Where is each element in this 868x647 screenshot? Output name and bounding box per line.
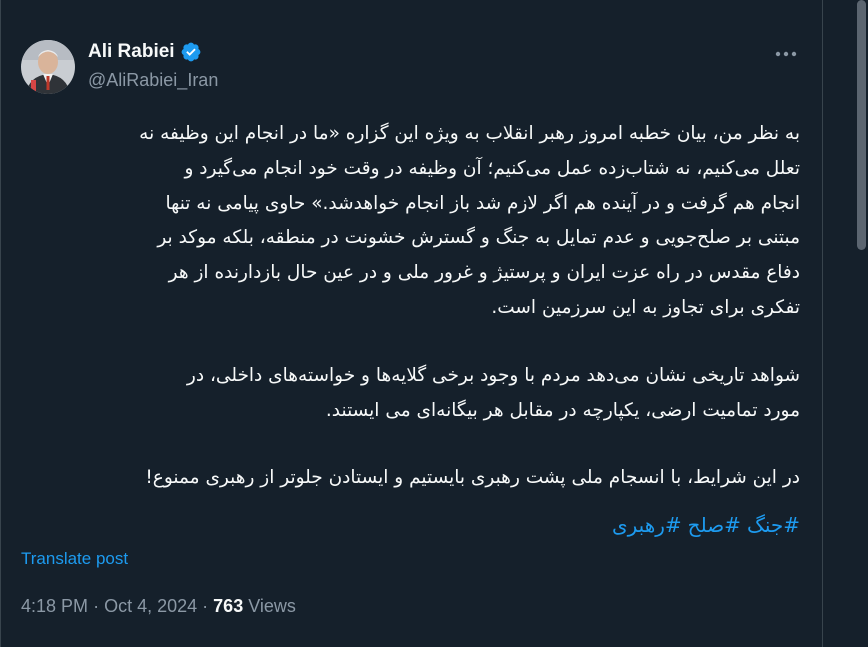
post-line: در این شرایط، با انسجام ملی پشت رهبری با…	[145, 467, 800, 489]
more-horizontal-icon	[775, 51, 797, 57]
post-line: تعلل می‌کنیم، نه شتاب‌زده عمل می‌کنیم؛ آ…	[184, 157, 800, 179]
meta-separator: ·	[202, 596, 209, 616]
scrollbar-thumb[interactable]	[857, 0, 866, 250]
hashtag-link[interactable]: #صلح	[688, 513, 741, 537]
post-paragraph: شواهد تاریخی نشان می‌دهد مردم با وجود بر…	[10, 359, 800, 429]
post-line: مبتنی بر صلح‌جویی و عدم تمایل به جنگ و گ…	[157, 227, 800, 249]
post-line: شواهد تاریخی نشان می‌دهد مردم با وجود بر…	[186, 364, 800, 386]
avatar-photo	[21, 40, 75, 94]
hashtag-link[interactable]: #رهبری	[612, 513, 682, 537]
post-paragraph: در این شرایط، با انسجام ملی پشت رهبری با…	[10, 461, 800, 496]
author-name-row[interactable]: Ali Rabiei	[88, 41, 202, 63]
tweet-detail: Ali Rabiei @AliRabiei_Iran به نظر من، بی…	[0, 0, 868, 647]
author-handle[interactable]: @AliRabiei_Iran	[88, 70, 218, 91]
post-line: مورد تمامیت ارضی، یکپارچه در مقابل هر بی…	[325, 399, 800, 421]
column-border-left	[0, 0, 1, 647]
post-line: به نظر من، بیان خطبه امروز رهبر انقلاب ب…	[139, 123, 800, 144]
verified-badge-icon	[181, 42, 200, 62]
avatar[interactable]	[21, 40, 75, 94]
post-meta: 4:18 PM · Oct 4, 2024 · 763 Views	[21, 596, 296, 617]
hashtag-list: #جنگ #صلح #رهبری	[612, 513, 800, 537]
translate-post-link[interactable]: Translate post	[21, 549, 128, 569]
column-border-right	[822, 0, 823, 647]
post-text: به نظر من، بیان خطبه امروز رهبر انقلاب ب…	[10, 117, 800, 496]
meta-separator: ·	[93, 596, 100, 616]
post-line: تفکری برای تجاوز به این سرزمین است.	[491, 296, 800, 318]
views-label: Views	[248, 596, 296, 616]
post-date[interactable]: Oct 4, 2024	[104, 596, 197, 616]
post-time[interactable]: 4:18 PM	[21, 596, 88, 616]
post-paragraph: به نظر من، بیان خطبه امروز رهبر انقلاب ب…	[10, 117, 800, 326]
post-line: انجام هم گرفت و در آینده هم اگر لازم شد …	[165, 192, 800, 214]
views-count: 763	[213, 596, 244, 616]
author-display-name[interactable]: Ali Rabiei	[88, 41, 175, 63]
hashtag-link[interactable]: #جنگ	[747, 513, 800, 537]
more-options-button[interactable]	[772, 40, 800, 68]
post-line: دفاع مقدس در راه عزت ایران و پرستیژ و غر…	[168, 262, 800, 284]
